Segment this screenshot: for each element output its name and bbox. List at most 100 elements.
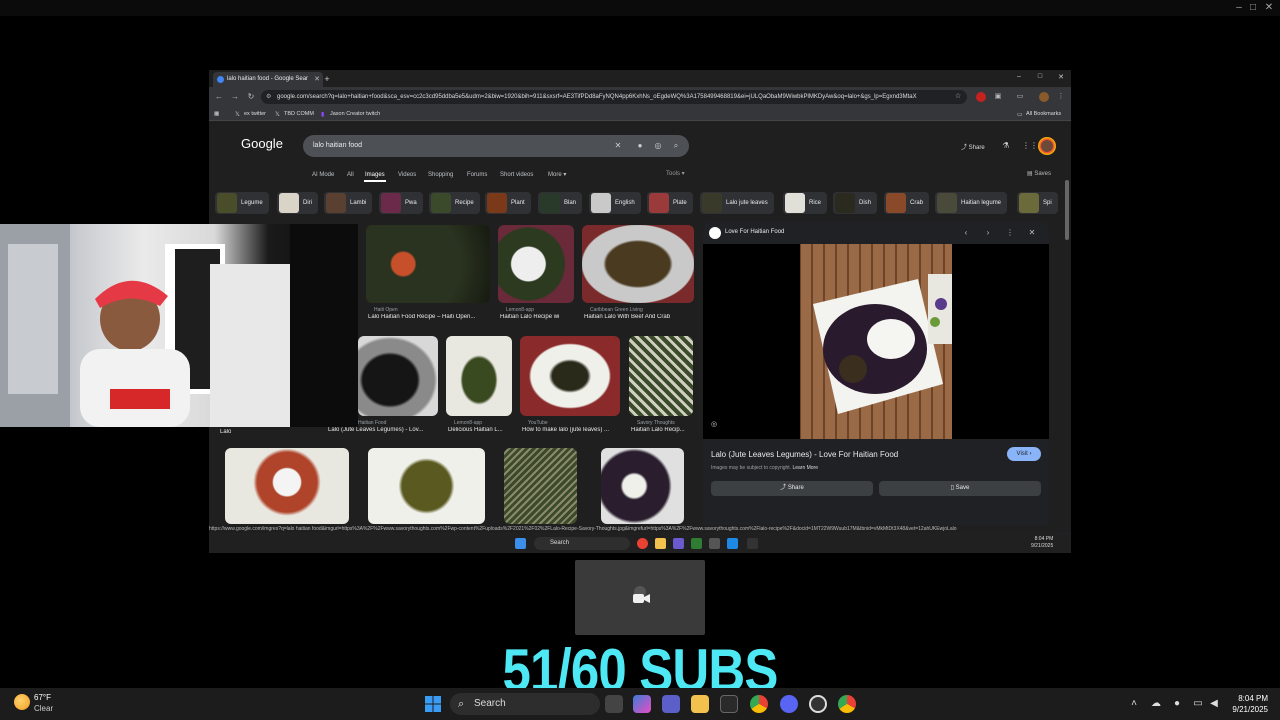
- all-bookmarks[interactable]: ▭ All Bookmarks: [1017, 109, 1061, 119]
- browser-tab[interactable]: lalo haitian food - Google Sear ✕: [213, 72, 323, 87]
- chrome-profile-icon[interactable]: [838, 695, 856, 713]
- outer-maximize-icon[interactable]: □: [1246, 2, 1260, 14]
- chip-plate[interactable]: Plate: [647, 192, 693, 214]
- chrome-menu-icon[interactable]: ⋮: [1056, 92, 1066, 102]
- chip-lambi[interactable]: Lambi: [324, 192, 373, 214]
- chip-lalo-jute-leaves[interactable]: Lalo jute leaves: [700, 192, 774, 214]
- tab-all[interactable]: All: [347, 170, 354, 180]
- tab-videos[interactable]: Videos: [398, 170, 416, 180]
- account-avatar[interactable]: [1038, 137, 1056, 155]
- teams-icon[interactable]: [662, 695, 680, 713]
- chip-dish[interactable]: Dish: [833, 192, 878, 214]
- search-box[interactable]: lalo haitian food ✕ ● ◎ ⌕: [303, 135, 689, 157]
- visit-button[interactable]: Visit ›: [1007, 447, 1041, 461]
- inner-search-box[interactable]: Search: [534, 537, 630, 550]
- extensions-icon[interactable]: ▣: [993, 92, 1003, 102]
- saves-button[interactable]: ▤ Saves: [1027, 170, 1051, 177]
- chip-pwa[interactable]: Pwa: [379, 192, 423, 214]
- close-panel-icon[interactable]: ✕: [1027, 228, 1037, 238]
- discord-icon[interactable]: [780, 695, 798, 713]
- forward-icon[interactable]: →: [230, 92, 240, 102]
- extension-red-icon[interactable]: [976, 92, 986, 102]
- tab-search-icon[interactable]: ▭: [1015, 92, 1025, 102]
- new-tab-icon[interactable]: +: [321, 73, 333, 85]
- inner-chrome-icon[interactable]: [637, 538, 648, 549]
- inner-app-icon[interactable]: [673, 538, 684, 549]
- copilot-icon[interactable]: [633, 695, 651, 713]
- tab-close-icon[interactable]: ✕: [314, 72, 320, 87]
- page-scrollbar[interactable]: [1065, 180, 1069, 240]
- outer-close-icon[interactable]: ✕: [1262, 2, 1276, 14]
- chrome-close-icon[interactable]: ✕: [1056, 73, 1066, 81]
- bookmark-ex-twitter[interactable]: 𝕏ex twitter: [235, 109, 266, 119]
- google-apps-icon[interactable]: ⋮⋮: [1022, 141, 1038, 151]
- tray-chevron-up-icon[interactable]: ˄: [1128, 698, 1140, 710]
- inner-app-icon[interactable]: [727, 538, 738, 549]
- inner-app-icon[interactable]: [691, 538, 702, 549]
- lens-search-icon[interactable]: ◎: [711, 420, 721, 430]
- back-icon[interactable]: ←: [214, 92, 224, 102]
- tab-shopping[interactable]: Shopping: [428, 170, 453, 180]
- share-button[interactable]: ⤴ Share: [961, 142, 985, 151]
- onedrive-cloud-icon[interactable]: ☁: [1150, 698, 1162, 710]
- chip-english[interactable]: English: [589, 192, 641, 214]
- inner-app-icon[interactable]: [709, 538, 720, 549]
- lens-icon[interactable]: ◎: [653, 141, 663, 151]
- clear-icon[interactable]: ✕: [613, 141, 623, 151]
- chip-blan[interactable]: Blan: [538, 192, 583, 214]
- google-logo[interactable]: Google: [241, 136, 283, 151]
- address-bar[interactable]: ⚙ google.com/search?q=lalo+haitian+food&…: [261, 90, 967, 104]
- preview-image[interactable]: [703, 244, 1049, 439]
- microphone-icon[interactable]: ●: [1171, 698, 1183, 710]
- tab-images[interactable]: Images: [365, 170, 385, 180]
- chip-diri[interactable]: Diri: [277, 192, 318, 214]
- profile-avatar-icon[interactable]: [1039, 92, 1049, 102]
- chrome-maximize-icon[interactable]: □: [1035, 73, 1045, 80]
- chip-legume[interactable]: Legume: [215, 192, 269, 214]
- learn-more-link[interactable]: Learn More: [792, 465, 818, 471]
- tools-button[interactable]: Tools ▾: [666, 170, 685, 177]
- chrome-icon[interactable]: [750, 695, 768, 713]
- obs-icon[interactable]: [809, 695, 827, 713]
- windows-start-icon[interactable]: [425, 696, 441, 712]
- taskbar-search-box[interactable]: ⌕ Search: [450, 693, 600, 715]
- store-icon[interactable]: [720, 695, 738, 713]
- inner-explorer-icon[interactable]: [655, 538, 666, 549]
- search-icon[interactable]: ⌕: [671, 141, 681, 151]
- labs-icon[interactable]: ⚗: [1001, 141, 1011, 151]
- site-info-icon[interactable]: ⚙: [266, 93, 274, 101]
- tab-forums[interactable]: Forums: [467, 170, 487, 180]
- chip-crab[interactable]: Crab: [884, 192, 930, 214]
- tab-ai-mode[interactable]: AI Mode: [312, 170, 334, 180]
- file-explorer-icon[interactable]: [691, 695, 709, 713]
- tab-more[interactable]: More ▾: [548, 170, 566, 180]
- tab-short-videos[interactable]: Short videos: [500, 170, 533, 180]
- panel-share-button[interactable]: ⤴ Share: [711, 481, 873, 496]
- chip-haitian-legume[interactable]: Haitian legume: [935, 192, 1008, 214]
- mic-icon[interactable]: ●: [635, 141, 645, 151]
- chip-plant[interactable]: Plant: [485, 192, 531, 214]
- chip-rice[interactable]: Rice: [783, 192, 828, 214]
- chip-recipe[interactable]: Recipe: [429, 192, 480, 214]
- previous-icon[interactable]: ‹: [961, 228, 971, 238]
- more-options-icon[interactable]: ⋮: [1005, 228, 1015, 238]
- inner-app-icon[interactable]: [747, 538, 758, 549]
- weather-temperature[interactable]: 67°F: [34, 693, 51, 702]
- network-icon[interactable]: ▭: [1192, 698, 1204, 710]
- weather-sun-icon[interactable]: [14, 694, 30, 710]
- chrome-minimize-icon[interactable]: –: [1014, 73, 1024, 80]
- next-icon[interactable]: ›: [983, 228, 993, 238]
- reload-icon[interactable]: ↻: [246, 92, 256, 102]
- apps-grid-icon[interactable]: ▦: [214, 109, 219, 119]
- weather-condition[interactable]: Clear: [34, 704, 53, 713]
- bookmark-jason-creator-twitch[interactable]: ▮ Jason Creator twitch: [321, 109, 380, 119]
- chip-spi[interactable]: Spi: [1017, 192, 1058, 214]
- bookmark-star-icon[interactable]: ☆: [953, 92, 963, 102]
- panel-source[interactable]: Love For Haitian Food: [725, 229, 784, 235]
- inner-start-icon[interactable]: [515, 538, 526, 549]
- panel-title[interactable]: Lalo (Jute Leaves Legumes) - Love For Ha…: [711, 450, 898, 459]
- outer-minimize-icon[interactable]: –: [1232, 2, 1246, 14]
- task-view-icon[interactable]: [605, 695, 623, 713]
- panel-save-button[interactable]: ▯ Save: [879, 481, 1041, 496]
- taskbar-clock[interactable]: 8:04 PM 9/21/2025: [1218, 693, 1268, 715]
